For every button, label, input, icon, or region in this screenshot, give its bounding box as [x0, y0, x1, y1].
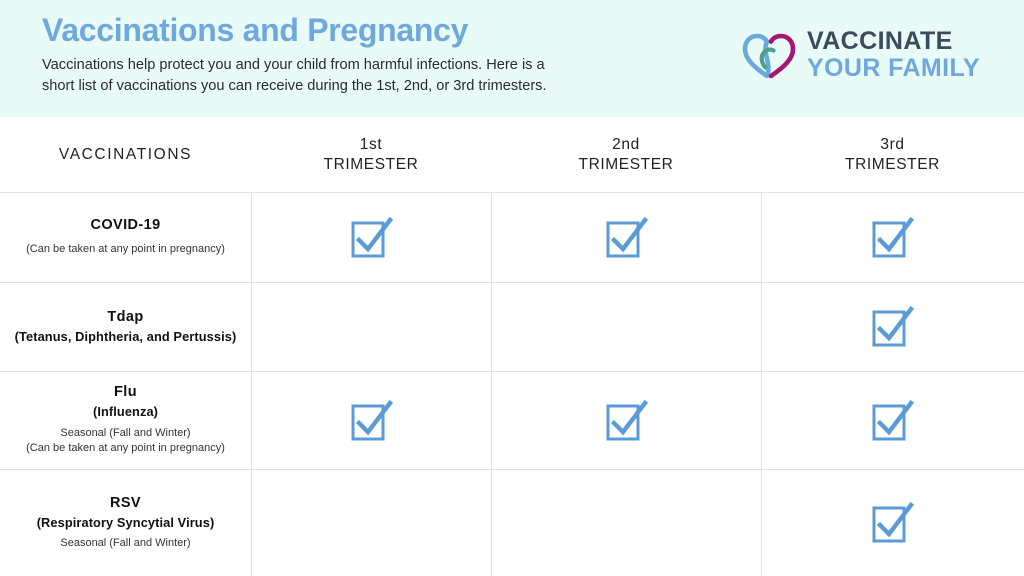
vaccine-name: COVID-19	[90, 217, 161, 234]
page-subtitle-line-2: short list of vaccinations you can recei…	[42, 77, 547, 94]
vaccine-label-cell: Tdap (Tetanus, Diphtheria, and Pertussis…	[0, 283, 251, 371]
vaccinate-your-family-logo: VACCINATE YOUR FAMILY	[740, 28, 980, 82]
heart-icon	[742, 33, 796, 79]
vaccination-schedule-table: VACCINATIONS 1st TRIMESTER 2nd TRIMESTER…	[0, 117, 1024, 576]
column-header-trimester-1-word: TRIMESTER	[323, 155, 419, 173]
page-subtitle: Vaccinations help protect you and your c…	[42, 55, 732, 97]
cell-tdap-trimester-3	[761, 283, 1024, 371]
cell-covid-19-trimester-3	[761, 193, 1024, 282]
column-header-trimester-1: 1st TRIMESTER	[251, 117, 491, 192]
column-header-vaccinations: VACCINATIONS	[0, 117, 251, 192]
cell-rsv-trimester-2	[491, 470, 761, 576]
vaccine-label-cell: COVID-19 (Can be taken at any point in p…	[0, 193, 251, 282]
column-header-trimester-3-word: TRIMESTER	[845, 155, 940, 173]
checkmark-icon	[872, 399, 915, 440]
logo-wordmark: VACCINATE YOUR FAMILY	[807, 29, 980, 81]
logo-text-your-family: YOUR FAMILY	[807, 54, 980, 82]
vaccine-label-cell: Flu (Influenza) Seasonal (Fall and Winte…	[0, 372, 251, 469]
checkmark-icon	[872, 501, 915, 543]
table-row: COVID-19 (Can be taken at any point in p…	[0, 193, 1024, 283]
vaccine-name: RSV	[109, 494, 141, 511]
vaccine-note: Seasonal (Fall and Winter) (Can be taken…	[26, 426, 225, 456]
vaccine-full-name: (Tetanus, Diphtheria, and Pertussis)	[14, 328, 237, 344]
header-banner: Vaccinations and Pregnancy Vaccinations …	[0, 0, 1024, 117]
column-header-trimester-2: 2nd TRIMESTER	[491, 117, 761, 192]
cell-tdap-trimester-2	[491, 283, 761, 371]
cell-covid-19-trimester-2	[491, 193, 761, 282]
checkmark-icon	[351, 216, 393, 257]
table-row: Flu (Influenza) Seasonal (Fall and Winte…	[0, 372, 1024, 470]
checkmark-icon	[351, 399, 393, 440]
vaccine-note-line: (Can be taken at any point in pregnancy)	[26, 243, 225, 256]
cell-tdap-trimester-1	[251, 283, 491, 371]
cell-flu-trimester-1	[251, 372, 491, 469]
checkmark-icon	[606, 216, 648, 257]
column-header-trimester-2-word: TRIMESTER	[578, 155, 674, 173]
cell-flu-trimester-2	[491, 372, 761, 469]
vaccine-note: (Can be taken at any point in pregnancy)	[26, 242, 225, 257]
checkmark-icon	[872, 305, 915, 347]
table-row: Tdap (Tetanus, Diphtheria, and Pertussis…	[0, 283, 1024, 372]
cell-rsv-trimester-3	[761, 470, 1024, 576]
vaccine-note-line: Seasonal (Fall and Winter)	[60, 536, 191, 549]
checkmark-icon	[872, 216, 915, 257]
column-header-trimester-2-ordinal: 2nd	[612, 135, 640, 153]
cell-flu-trimester-3	[761, 372, 1024, 469]
vaccine-label-cell: RSV (Respiratory Syncytial Virus) Season…	[0, 470, 251, 576]
vaccine-name: Flu	[114, 384, 137, 401]
column-header-trimester-3-ordinal: 3rd	[880, 135, 905, 153]
vaccine-name: Tdap	[107, 308, 144, 325]
logo-text-vaccinate: VACCINATE	[807, 27, 953, 55]
page-subtitle-line-1: Vaccinations help protect you and your c…	[42, 56, 545, 73]
vaccine-full-name: (Influenza)	[92, 404, 159, 420]
column-header-trimester-1-ordinal: 1st	[359, 135, 383, 153]
vaccine-full-name: (Respiratory Syncytial Virus)	[36, 514, 215, 530]
cell-rsv-trimester-1	[251, 470, 491, 576]
column-header-vaccinations-label: VACCINATIONS	[58, 145, 193, 163]
cell-covid-19-trimester-1	[251, 193, 491, 282]
checkmark-icon	[606, 399, 648, 440]
vaccine-note: Seasonal (Fall and Winter)	[60, 536, 190, 551]
column-header-trimester-3: 3rd TRIMESTER	[761, 117, 1024, 192]
table-row: RSV (Respiratory Syncytial Virus) Season…	[0, 470, 1024, 576]
vaccine-note-line: (Can be taken at any point in pregnancy)	[26, 442, 225, 455]
vaccine-note-line: Seasonal (Fall and Winter)	[60, 427, 191, 440]
table-header-row: VACCINATIONS 1st TRIMESTER 2nd TRIMESTER…	[0, 117, 1024, 193]
